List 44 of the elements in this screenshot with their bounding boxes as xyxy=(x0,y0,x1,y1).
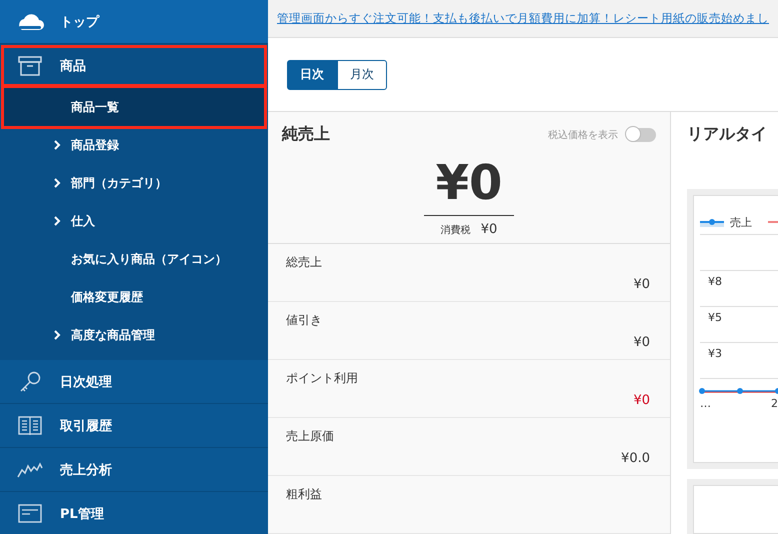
axis-label: ¥8 xyxy=(708,275,722,288)
period-tab[interactable]: 日次 xyxy=(287,60,337,90)
sidebar-subitem[interactable]: 商品一覧 xyxy=(4,88,264,126)
axis-label: … xyxy=(700,397,711,410)
period-tab[interactable]: 月次 xyxy=(337,60,387,90)
row-label: 粗利益 xyxy=(286,486,322,503)
sidebar-item[interactable]: トップ xyxy=(0,0,268,44)
panel-title: 純売上 xyxy=(282,124,330,145)
axis-label: ¥5 xyxy=(708,311,722,324)
sidebar-subitem[interactable]: 部門（カテゴリ） xyxy=(4,164,264,202)
archive-box-icon xyxy=(18,56,42,76)
zigzag-chart-icon xyxy=(17,462,43,478)
sidebar-subitem[interactable]: 高度な商品管理 xyxy=(4,316,264,354)
row-label: 売上原価 xyxy=(286,428,334,445)
tax-label: 消費税 xyxy=(440,224,471,237)
panel-title: リアルタイ xyxy=(687,124,768,145)
legend-line-icon xyxy=(768,220,778,224)
net-sales-amount: ¥0 xyxy=(424,155,514,216)
sidebar-subitem[interactable]: お気に入り商品（アイコン） xyxy=(4,240,264,278)
legend-line-icon xyxy=(700,217,724,227)
row-label: ポイント利用 xyxy=(286,370,358,387)
row-value: ¥0 xyxy=(633,335,650,350)
row-value: ¥0.0 xyxy=(621,451,650,466)
row-value: ¥0 xyxy=(633,393,650,408)
sidebar-subitem[interactable]: 価格変更履歴 xyxy=(4,278,264,316)
tax-amount: ¥0 xyxy=(480,222,498,237)
book-icon xyxy=(18,416,42,436)
report-icon xyxy=(18,504,42,524)
row-label: 値引き xyxy=(286,312,322,329)
tax-switch[interactable] xyxy=(626,128,656,142)
chevron-right-icon xyxy=(54,330,61,340)
chevron-right-icon xyxy=(54,216,61,226)
toggle-label: 税込価格を表示 xyxy=(548,128,618,142)
axis-label: 2 xyxy=(771,397,778,410)
legend-label: 売上 xyxy=(730,214,752,230)
sidebar-item[interactable]: 商品 xyxy=(0,44,268,88)
axis-label: ¥3 xyxy=(708,347,722,360)
chevron-right-icon xyxy=(54,178,61,188)
key-icon xyxy=(18,370,42,392)
sidebar-subitem[interactable]: 仕入 xyxy=(4,202,264,240)
row-value: ¥0 xyxy=(633,277,650,292)
sidebar-subitem[interactable]: 商品登録 xyxy=(4,126,264,164)
row-label: 総売上 xyxy=(286,254,322,271)
chevron-right-icon xyxy=(54,140,61,150)
